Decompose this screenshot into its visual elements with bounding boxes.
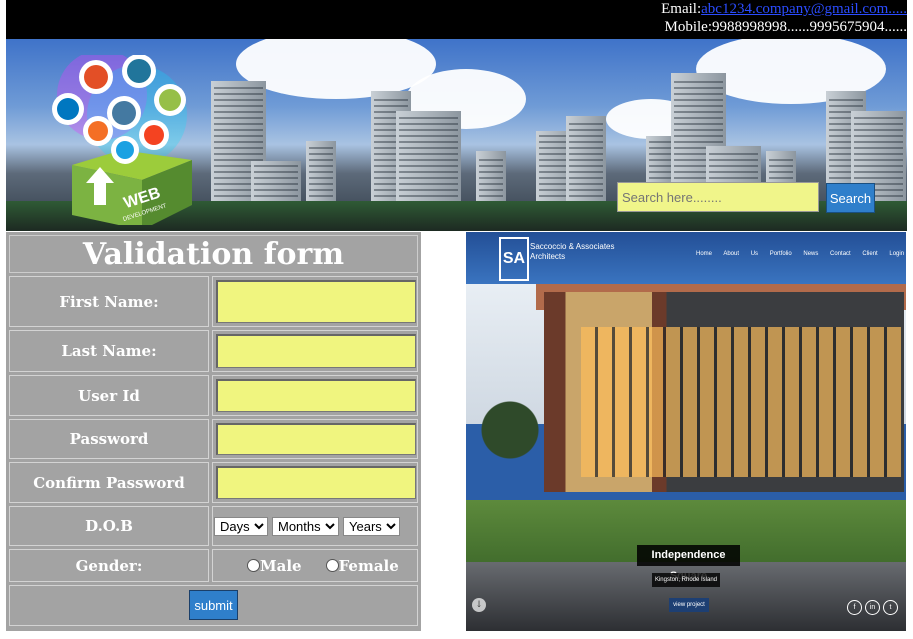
female-radio[interactable] — [325, 559, 339, 572]
confirm-password-label: Confirm Password — [9, 462, 209, 503]
dob-label: D.O.B — [9, 506, 209, 546]
gender-label: Gender: — [9, 549, 209, 582]
email-label: Email: — [661, 1, 702, 17]
email-link[interactable]: abc1234.company@gmail.com..... — [701, 1, 907, 17]
web-development-logo: WEB DEVELOPMENT — [52, 55, 192, 225]
top-bar: Email:abc1234.company@gmail.com..... Mob… — [6, 0, 907, 39]
validation-form: Validation form First Name: Last Name: U… — [6, 232, 421, 631]
user-id-label: User Id — [9, 375, 209, 416]
photo-logo: SA — [499, 237, 529, 281]
photo-caption: Independence Square — [637, 545, 740, 582]
facebook-icon: f — [847, 600, 862, 615]
photo-caption-sub: Kingston, Rhode Island — [652, 573, 720, 587]
confirm-password-input[interactable] — [216, 466, 416, 499]
first-name-input[interactable] — [216, 280, 416, 323]
email-line: Email:abc1234.company@gmail.com..... — [661, 0, 907, 18]
search-button[interactable]: Search — [826, 183, 875, 213]
last-name-label: Last Name: — [9, 330, 209, 372]
dob-days-select[interactable]: Days — [214, 516, 268, 536]
last-name-input[interactable] — [216, 334, 416, 368]
social-icons: f in t — [847, 600, 898, 615]
male-radio[interactable] — [247, 559, 260, 572]
first-name-label: First Name: — [9, 276, 209, 327]
user-id-input[interactable] — [216, 379, 416, 412]
architecture-photo: SA Saccoccio & Associates Architects Hom… — [466, 232, 906, 631]
twitter-icon: t — [883, 600, 898, 615]
gender-male-option[interactable]: Male — [247, 556, 302, 575]
dob-years-select[interactable]: Years — [343, 516, 400, 536]
photo-brand: Saccoccio & Associates Architects — [530, 242, 615, 261]
submit-button[interactable]: submit — [189, 590, 238, 620]
photo-view-button: view project — [669, 598, 709, 612]
form-title: Validation form — [9, 235, 418, 273]
password-input[interactable] — [216, 423, 416, 455]
photo-menu: Home About Us Portfolio News Contact Cli… — [696, 251, 905, 257]
dob-months-select[interactable]: Months — [272, 516, 339, 536]
male-label: Male — [260, 557, 302, 575]
gender-female-option[interactable]: Female — [325, 556, 399, 575]
scroll-down-icon: ↓ — [472, 598, 486, 612]
password-label: Password — [9, 419, 209, 459]
linkedin-icon: in — [865, 600, 880, 615]
search-input[interactable] — [617, 182, 819, 212]
mobile-line: Mobile:9988998998......9995675904...... — [664, 19, 908, 35]
female-label: Female — [338, 557, 399, 575]
